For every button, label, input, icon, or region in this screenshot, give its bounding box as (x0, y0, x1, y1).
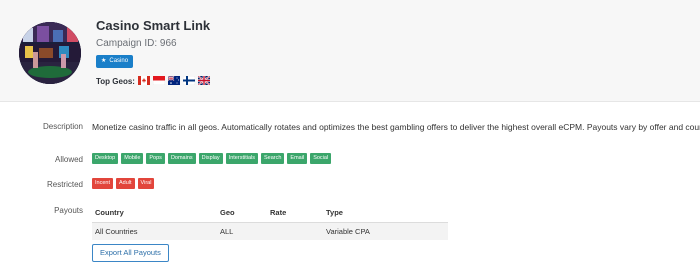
top-geos-flags (138, 76, 210, 86)
allowed-tag: Interstitials (225, 153, 258, 164)
restricted-label: Restricted (46, 180, 83, 189)
table-header-row: Country Geo Rate Type (92, 203, 448, 223)
cell-rate (267, 222, 323, 240)
cell-country: All Countries (92, 222, 217, 240)
description-label: Description (42, 122, 83, 131)
star-icon: ★ (101, 58, 107, 64)
allowed-tag: Display (198, 153, 223, 164)
allowed-tag: Desktop (92, 153, 119, 164)
cell-type: Variable CPA (323, 222, 448, 240)
column-header-rate: Rate (267, 203, 323, 223)
restricted-tag: Adult (115, 178, 135, 189)
payouts-table: Country Geo Rate Type All Countries ALL … (92, 203, 448, 240)
cell-geo: ALL (217, 222, 267, 240)
column-header-type: Type (323, 203, 448, 223)
allowed-tag: Search (260, 153, 285, 164)
allowed-label: Allowed (54, 155, 83, 164)
restricted-tag: Incent (92, 178, 113, 189)
column-header-country: Country (92, 203, 217, 223)
campaign-id: Campaign ID: 966 (96, 38, 177, 49)
indonesia-flag-icon (153, 76, 165, 85)
export-all-payouts-button[interactable]: Export All Payouts (92, 244, 169, 262)
allowed-tags: Desktop Mobile Pops Domains Display Interstit… (92, 153, 332, 165)
top-geos-label: Top Geos: (96, 77, 135, 86)
finland-flag-icon (183, 76, 195, 85)
column-header-geo: Geo (217, 203, 267, 223)
category-badge[interactable]: ★ Casino (96, 55, 134, 68)
restricted-tag: Viral (137, 178, 155, 189)
allowed-tag: Email (287, 153, 308, 164)
allowed-tag: Domains (167, 153, 196, 164)
payouts-label: Payouts (54, 206, 83, 215)
campaign-header: Casino Smart Link Campaign ID: 966 ★ Casi… (0, 0, 700, 102)
uk-flag-icon (198, 76, 210, 85)
description-text: Monetize casino traffic in all geos. Aut… (92, 122, 700, 132)
table-row: All Countries ALL Variable CPA (92, 222, 448, 240)
allowed-tag: Pops (146, 153, 165, 164)
campaign-avatar (19, 22, 81, 84)
campaign-title: Casino Smart Link (96, 18, 211, 33)
allowed-tag: Mobile (121, 153, 144, 164)
australia-flag-icon (168, 76, 180, 85)
allowed-tag: Social (310, 153, 332, 164)
category-badge-label: Casino (109, 58, 129, 64)
restricted-tags: Incent Adult Viral (92, 178, 155, 190)
canada-flag-icon (138, 76, 150, 85)
